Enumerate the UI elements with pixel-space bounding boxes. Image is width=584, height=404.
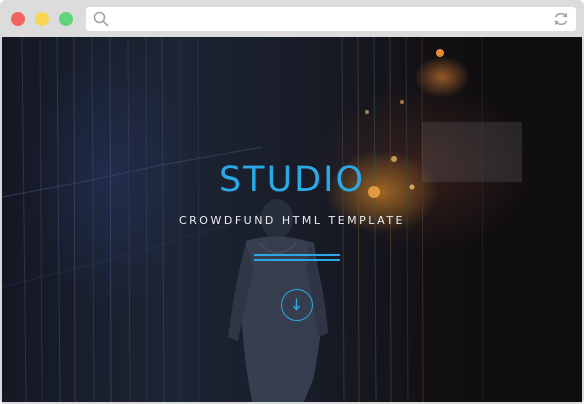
arrow-down-icon — [292, 298, 301, 311]
address-bar[interactable] — [86, 7, 576, 31]
hero-section: STUDIO CROWDFUND HTML TEMPLATE — [2, 37, 582, 402]
title-divider-bottom — [254, 259, 340, 261]
minimize-window-button[interactable] — [35, 12, 49, 26]
browser-window: STUDIO CROWDFUND HTML TEMPLATE — [0, 0, 584, 404]
browser-titlebar — [0, 0, 584, 37]
close-window-button[interactable] — [11, 12, 25, 26]
hero-content: STUDIO CROWDFUND HTML TEMPLATE — [2, 160, 582, 228]
title-divider-top — [254, 254, 340, 256]
hero-subtitle: CROWDFUND HTML TEMPLATE — [178, 214, 406, 227]
search-icon — [93, 11, 109, 27]
scroll-down-button[interactable] — [281, 289, 313, 321]
maximize-window-button[interactable] — [59, 12, 73, 26]
hero-title: STUDIO — [218, 160, 366, 200]
reload-icon[interactable] — [552, 10, 570, 28]
